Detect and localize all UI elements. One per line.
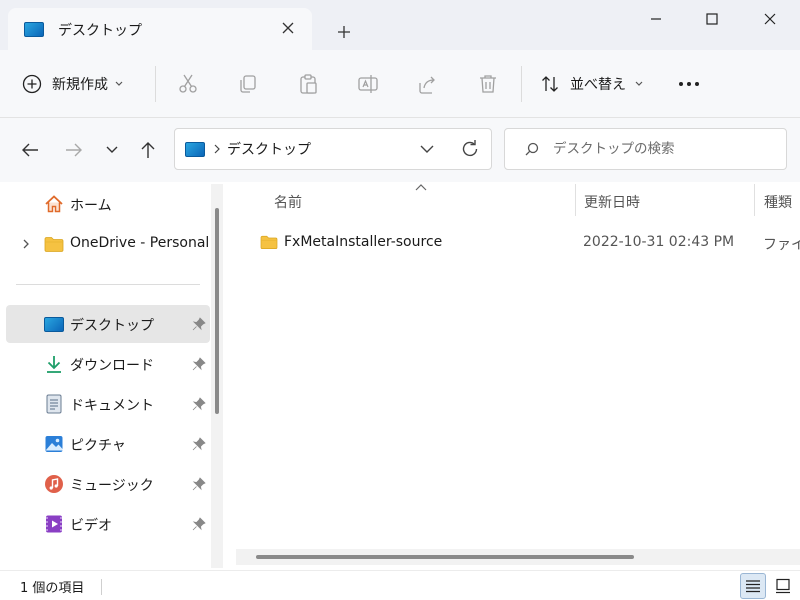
sidebar-item-videos[interactable]: ビデオ [6,505,210,543]
sidebar-item-onedrive[interactable]: OneDrive - Personal [6,225,210,263]
column-header-type[interactable]: 種類 [764,192,792,212]
file-list: 名前 更新日時 種類 FxMetaInstaller-source 2022-1… [234,182,800,570]
tab-close-icon[interactable] [278,18,298,38]
command-bar: 新規作成 並べ替え [0,50,800,118]
pin-icon[interactable] [192,317,206,331]
refresh-icon[interactable] [459,138,481,160]
pin-icon[interactable] [192,517,206,531]
sidebar-divider [16,284,200,285]
sidebar-scrollbar-thumb[interactable] [215,208,219,414]
sidebar-item-label: ホーム [70,198,112,214]
new-button[interactable]: 新規作成 [22,68,124,100]
navigation-bar: デスクトップ [0,118,800,182]
cut-icon[interactable] [176,72,200,96]
sidebar-item-desktop[interactable]: デスクトップ [6,305,210,343]
pin-icon[interactable] [192,437,206,451]
sidebar-item-label: デスクトップ [70,318,154,334]
column-divider[interactable] [754,184,755,216]
forward-icon[interactable] [62,138,86,162]
item-count: 1 個の項目 [20,581,85,596]
folder-icon [44,234,64,254]
maximize-button[interactable] [684,0,740,38]
status-bar: 1 個の項目 [0,570,800,600]
sidebar-item-home[interactable]: ホーム [6,185,210,223]
details-view-button[interactable] [740,573,766,599]
table-row[interactable]: FxMetaInstaller-source 2022-10-31 02:43 … [234,226,800,258]
desktop-icon [185,141,205,157]
file-name: FxMetaInstaller-source [284,234,443,250]
close-window-button[interactable] [742,0,798,38]
download-icon [44,354,64,374]
file-date: 2022-10-31 02:43 PM [583,234,735,250]
new-tab-button[interactable] [332,20,356,44]
column-header-date[interactable]: 更新日時 [584,192,640,212]
sidebar-item-label: ドキュメント [70,398,154,414]
navigation-pane: ホーム OneDrive - Personal デスクトップ ダウンロード ドキ… [0,182,234,570]
copy-icon[interactable] [236,72,260,96]
sort-button-label: 並べ替え [570,77,626,93]
music-icon [44,474,64,494]
rename-icon[interactable] [356,72,380,96]
toolbar-divider [155,66,156,102]
large-icons-view-button[interactable] [770,573,796,599]
pin-icon[interactable] [192,357,206,371]
sidebar-item-label: ビデオ [70,518,112,534]
details-view-icon [746,580,760,593]
column-header-name[interactable]: 名前 [274,192,302,212]
chevron-down-icon [115,81,123,86]
sidebar-scrollbar[interactable] [211,184,223,568]
pin-icon[interactable] [192,397,206,411]
sidebar-item-pictures[interactable]: ピクチャ [6,425,210,463]
video-icon [44,514,64,534]
sidebar-item-downloads[interactable]: ダウンロード [6,345,210,383]
document-icon [44,394,64,414]
breadcrumb[interactable]: デスクトップ [227,139,311,159]
sort-button[interactable]: 並べ替え [540,68,644,100]
more-options-icon[interactable] [676,72,702,96]
back-icon[interactable] [18,138,42,162]
search-input[interactable] [553,141,753,157]
address-bar[interactable]: デスクトップ [174,128,492,170]
recent-locations-icon[interactable] [100,138,124,162]
desktop-icon [24,22,44,37]
desktop-icon [44,314,64,334]
minimize-button[interactable] [628,0,684,38]
tab-desktop[interactable]: デスクトップ [8,8,312,51]
address-dropdown-icon[interactable] [417,139,437,159]
chevron-right-icon [214,144,220,154]
status-divider [101,579,102,595]
pictures-icon [44,434,64,454]
horizontal-scrollbar[interactable] [236,549,800,565]
tab-title: デスクトップ [58,22,142,39]
home-icon [44,194,64,214]
sidebar-item-documents[interactable]: ドキュメント [6,385,210,423]
plus-circle-icon [22,74,42,94]
sidebar-item-label: ピクチャ [70,438,126,454]
search-icon [525,142,539,156]
folder-icon [260,235,278,250]
share-icon[interactable] [416,72,440,96]
paste-icon[interactable] [296,72,320,96]
sort-icon [542,76,558,92]
title-bar: デスクトップ [0,0,800,51]
column-divider[interactable] [575,184,576,216]
delete-icon[interactable] [476,72,500,96]
chevron-right-icon[interactable] [20,237,32,251]
sidebar-item-label: ミュージック [70,478,154,494]
new-button-label: 新規作成 [52,77,108,93]
search-box[interactable] [504,128,787,170]
pin-icon[interactable] [192,477,206,491]
up-icon[interactable] [136,138,160,162]
sidebar-item-label: ダウンロード [70,358,154,374]
large-icons-view-icon [776,578,790,594]
sort-ascending-icon [415,184,427,191]
toolbar-divider [521,66,522,102]
sidebar-item-music[interactable]: ミュージック [6,465,210,503]
file-type: ファイル [763,237,800,253]
sidebar-item-label: OneDrive - Personal [70,235,210,251]
chevron-down-icon [635,81,643,86]
desktop-icon-glyph [44,316,64,332]
horizontal-scrollbar-thumb[interactable] [256,555,634,559]
